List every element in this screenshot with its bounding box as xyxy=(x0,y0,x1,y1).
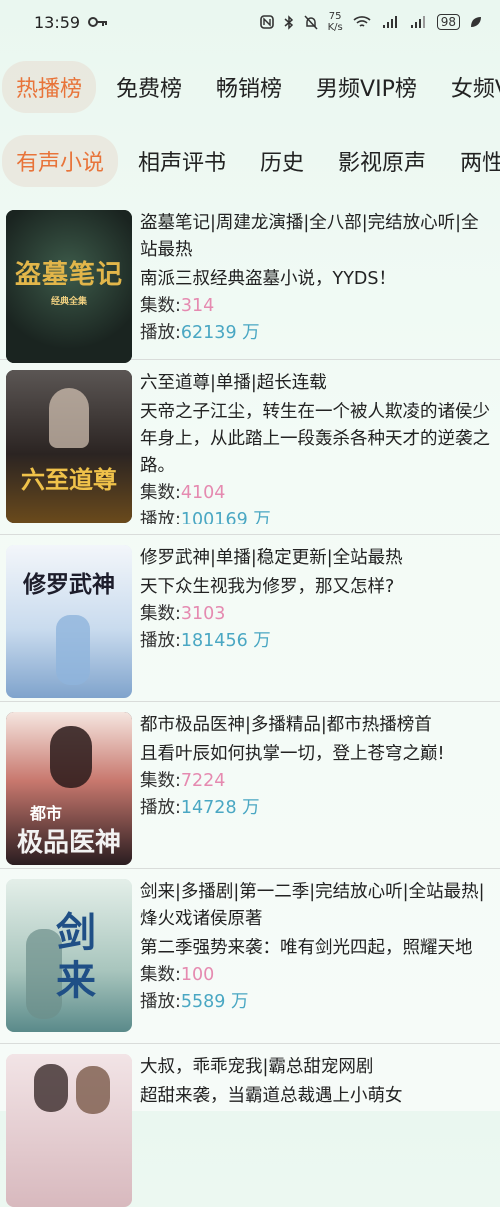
play-label: 播放: xyxy=(140,323,181,343)
play-value: 14728 万 xyxy=(180,798,260,818)
cover-title: 六至道尊 xyxy=(21,465,117,494)
book-title: 都市极品医神|多播精品|都市热播榜首 xyxy=(140,715,432,735)
book-title: 盗墓笔记|周建龙演播|全八部|完结放心听|全站最热 xyxy=(140,213,479,260)
signal-4g-icon xyxy=(409,15,427,29)
cover-title: 剑来 xyxy=(56,909,96,1004)
episode-count: 集数:100 xyxy=(140,962,494,989)
book-description: 天下众生视我为修罗，那又怎样? xyxy=(140,577,395,597)
episode-count: 集数:3103 xyxy=(140,601,494,628)
tab-free[interactable]: 免费榜 xyxy=(102,61,196,113)
book-title: 修罗武神|单播|稳定更新|全站最热 xyxy=(140,548,403,568)
episode-value: 7224 xyxy=(180,771,226,791)
cover-image: 都市 极品医神 xyxy=(6,712,132,865)
book-description: 超甜来袭，当霸道总裁遇上小萌女 xyxy=(140,1086,403,1106)
cover-subtitle: 都市 xyxy=(30,804,63,823)
status-time: 13:59 xyxy=(34,12,81,32)
episode-value: 100 xyxy=(180,965,215,985)
nfc-icon xyxy=(259,15,274,29)
cover-title: 盗墓笔记 xyxy=(14,260,123,290)
battery-indicator: 98 xyxy=(436,14,460,30)
play-count: 播放:181456 万 xyxy=(140,628,494,655)
tab-history[interactable]: 历史 xyxy=(246,135,318,187)
episode-label: 集数: xyxy=(140,296,181,316)
network-speed: 75 K/s xyxy=(328,11,343,33)
tab-audio-novel[interactable]: 有声小说 xyxy=(2,135,119,187)
book-description: 且看叶辰如何执掌一切，登上苍穹之巅! xyxy=(140,744,445,764)
bluetooth-icon xyxy=(284,14,294,30)
tab-hot[interactable]: 热播榜 xyxy=(2,61,97,113)
status-bar: 13:59 75 K/s 98 xyxy=(0,0,500,44)
wifi-icon xyxy=(353,15,371,29)
play-label: 播放: xyxy=(140,510,181,524)
key-icon xyxy=(88,16,108,28)
cover-image: 修罗武神 xyxy=(6,545,132,698)
tab-crosstalk[interactable]: 相声评书 xyxy=(124,135,240,187)
episode-label: 集数: xyxy=(140,483,181,503)
leaf-icon xyxy=(470,16,482,28)
list-item[interactable]: 修罗武神 修罗武神|单播|稳定更新|全站最热 天下众生视我为修罗，那又怎样? 集… xyxy=(0,535,500,702)
play-value: 62139 万 xyxy=(180,323,260,343)
episode-label: 集数: xyxy=(140,604,181,624)
episode-value: 314 xyxy=(180,296,215,316)
play-label: 播放: xyxy=(140,992,181,1012)
tab-female-vip[interactable]: 女频VIP榜 xyxy=(437,61,500,113)
cover-image: 六至道尊 xyxy=(6,370,132,523)
episode-label: 集数: xyxy=(140,965,181,985)
book-list: 盗墓笔记 经典全集 盗墓笔记|周建龙演播|全八部|完结放心听|全站最热 南派三叔… xyxy=(0,200,500,1207)
play-value: 100169 万 xyxy=(180,510,271,524)
speed-value: 75 xyxy=(328,11,342,22)
play-count: 播放:100169 万 xyxy=(140,507,494,524)
speed-unit: K/s xyxy=(327,22,343,33)
play-count: 播放:14728 万 xyxy=(140,795,494,822)
episode-count: 集数:7224 xyxy=(140,768,494,795)
play-count: 播放:5589 万 xyxy=(140,989,494,1016)
book-title: 剑来|多播剧|第一二季|完结放心听|全站最热|烽火戏诸侯原著 xyxy=(140,882,485,929)
signal-5g-icon xyxy=(381,15,399,29)
play-value: 5589 万 xyxy=(180,992,249,1012)
mute-bell-icon xyxy=(304,14,318,30)
play-label: 播放: xyxy=(140,631,181,651)
book-description: 南派三叔经典盗墓小说，YYDS！ xyxy=(140,269,396,289)
play-count: 播放:62139 万 xyxy=(140,320,494,347)
book-title: 六至道尊|单播|超长连载 xyxy=(140,373,327,393)
book-description: 天帝之子江尘，转生在一个被人欺凌的诸侯少年身上，从此踏上一段轰杀各种天才的逆袭之… xyxy=(140,402,490,476)
tab-bestseller[interactable]: 畅销榜 xyxy=(202,61,296,113)
book-description: 第二季强势来袭：唯有剑光四起，照耀天地 xyxy=(140,938,473,958)
list-item[interactable]: 六至道尊 六至道尊|单播|超长连载 天帝之子江尘，转生在一个被人欺凌的诸侯少年身… xyxy=(0,360,500,535)
ranking-tabs: 热播榜 免费榜 畅销榜 男频VIP榜 女频VIP榜 xyxy=(0,54,500,120)
book-title: 大叔，乖乖宠我|霸总甜宠网剧 xyxy=(140,1057,374,1077)
episode-count: 集数:4104 xyxy=(140,480,494,507)
play-value: 181456 万 xyxy=(180,631,271,651)
cover-image xyxy=(6,1054,132,1207)
cover-image: 剑来 xyxy=(6,879,132,1032)
tab-male-vip[interactable]: 男频VIP榜 xyxy=(302,61,431,113)
cover-subtitle: 经典全集 xyxy=(50,297,87,307)
list-item[interactable]: 大叔，乖乖宠我|霸总甜宠网剧 超甜来袭，当霸道总裁遇上小萌女 xyxy=(0,1044,500,1207)
cover-title: 极品医神 xyxy=(16,828,121,858)
tab-soundtrack[interactable]: 影视原声 xyxy=(324,135,440,187)
cover-image: 盗墓笔记 经典全集 xyxy=(6,210,132,363)
episode-label: 集数: xyxy=(140,771,181,791)
episode-value: 4104 xyxy=(180,483,226,503)
list-item[interactable]: 盗墓笔记 经典全集 盗墓笔记|周建龙演播|全八部|完结放心听|全站最热 南派三叔… xyxy=(0,200,500,363)
episode-count: 集数:314 xyxy=(140,293,494,320)
episode-value: 3103 xyxy=(180,604,226,624)
play-label: 播放: xyxy=(140,798,181,818)
list-item[interactable]: 剑来 剑来|多播剧|第一二季|完结放心听|全站最热|烽火戏诸侯原著 第二季强势来… xyxy=(0,869,500,1044)
list-item[interactable]: 都市 极品医神 都市极品医神|多播精品|都市热播榜首 且看叶辰如何执掌一切，登上… xyxy=(0,702,500,869)
tab-relationship[interactable]: 两性情感 xyxy=(446,135,500,187)
cover-title: 修罗武神 xyxy=(23,571,115,598)
category-tabs: 有声小说 相声评书 历史 影视原声 两性情感 xyxy=(0,128,500,194)
